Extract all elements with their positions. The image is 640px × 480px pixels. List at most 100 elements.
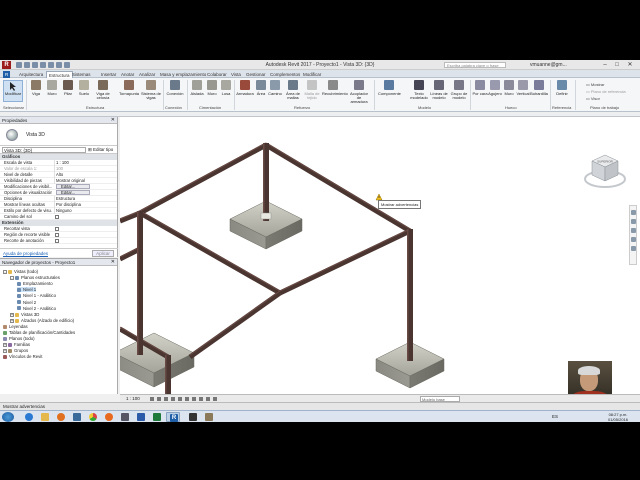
structural-model[interactable] — [120, 117, 640, 394]
apply-button[interactable]: Aplicar — [92, 250, 114, 257]
column-edge[interactable] — [263, 143, 265, 221]
fabric-sheet-button[interactable]: Malla de tejido — [303, 80, 321, 100]
taskbar-chrome[interactable] — [86, 412, 100, 422]
steering-wheel-icon[interactable] — [630, 210, 636, 215]
user-account[interactable]: vmuanne@gm... — [530, 62, 567, 68]
sun-path-icon[interactable] — [164, 397, 168, 401]
dormer-button[interactable]: Buhardilla — [530, 80, 548, 96]
property-edit-button[interactable]: Editar... — [56, 184, 90, 189]
steel-beam[interactable] — [188, 290, 282, 360]
tab-modificar[interactable]: Modificar — [303, 71, 321, 78]
browser-item[interactable]: Leyendas — [3, 324, 28, 329]
tab-vista[interactable]: Vista — [231, 71, 241, 78]
property-row[interactable]: Recorte de anotación — [0, 238, 117, 244]
browser-item[interactable]: Nivel 1 — [17, 287, 37, 293]
property-row[interactable]: Camino del sol — [0, 214, 117, 220]
beam-system-button[interactable]: Sistema de vigas — [141, 80, 161, 100]
browser-item[interactable]: Planos (todo) — [3, 336, 35, 341]
fabric-area-button[interactable]: Área de mallas — [284, 80, 302, 100]
expand-icon[interactable]: + — [10, 318, 14, 323]
by-face-button[interactable]: Por cara — [472, 80, 488, 96]
browser-item[interactable]: + Grupos — [3, 348, 28, 353]
browser-item[interactable]: Tablas de planificación/Cantidades — [3, 330, 75, 335]
clock[interactable]: 08:27 p.m. 01/05/2016 — [608, 412, 628, 422]
visual-style-icon[interactable] — [157, 397, 161, 401]
steel-beam[interactable] — [138, 142, 268, 216]
browser-item[interactable]: - Vistas (todo) — [3, 269, 38, 274]
browser-item[interactable]: - Planos estructurales — [10, 275, 60, 280]
collapse-icon[interactable]: - — [10, 275, 14, 280]
browser-item[interactable]: Nivel 2 - Análitico — [17, 306, 56, 311]
3d-view-icon[interactable] — [64, 62, 70, 68]
connection-button[interactable]: Conexión — [166, 80, 184, 96]
redo-icon[interactable] — [40, 62, 46, 68]
reference-plane-button[interactable]: ▭ Plano de referencia — [586, 89, 626, 94]
component-button[interactable]: Componente — [378, 80, 401, 96]
vertical-button[interactable]: Vertical — [515, 80, 531, 96]
property-checkbox[interactable] — [55, 233, 59, 237]
zoom-extents-icon[interactable] — [630, 246, 636, 251]
steel-beam[interactable] — [278, 228, 412, 296]
property-checkbox[interactable] — [55, 227, 59, 231]
tab-gestionar[interactable]: Gestionar — [246, 71, 266, 78]
revit-logo-button[interactable]: R — [2, 61, 11, 69]
coupler-button[interactable]: Acoplador de armadura — [348, 80, 370, 104]
save-icon[interactable] — [24, 62, 30, 68]
browser-item[interactable]: + Alzados (Alzado de edificio) — [10, 318, 74, 323]
maximize-button[interactable]: □ — [612, 61, 622, 69]
model-lines-button[interactable]: Líneas de modelo — [430, 80, 448, 100]
3d-viewport[interactable]: Mostrar advertencias SUPERIOR — [120, 117, 640, 394]
taskbar-mediaplayer[interactable] — [54, 412, 68, 422]
start-button[interactable] — [2, 412, 14, 422]
lock-view-icon[interactable] — [199, 397, 203, 401]
tab-analizar[interactable]: Analizar — [139, 71, 155, 78]
column-edge[interactable] — [137, 211, 139, 355]
expand-icon[interactable]: + — [3, 343, 7, 348]
close-icon[interactable]: ✕ — [111, 117, 115, 124]
isolated-foundation-button[interactable]: Aislada — [189, 80, 205, 96]
column-edge[interactable] — [165, 355, 167, 394]
path-button[interactable]: Camino — [267, 80, 283, 96]
browser-item[interactable]: Vínculos de Revit — [3, 354, 42, 359]
browser-item[interactable]: Nivel 2 — [17, 300, 36, 305]
expand-icon[interactable]: + — [10, 312, 14, 317]
modify-button[interactable]: Modificar — [3, 80, 23, 102]
wall-button[interactable]: Muro — [44, 80, 60, 96]
tab-colaborar[interactable]: Colaborar — [207, 71, 227, 78]
slab-button[interactable]: Losa — [218, 80, 234, 96]
orbit-icon[interactable] — [630, 237, 636, 242]
tab-complementos[interactable]: Complementos — [270, 71, 300, 78]
instance-filter-select[interactable]: Vista 3D: {3D} — [2, 147, 86, 153]
cover-button[interactable]: Recubrimiento — [322, 80, 348, 96]
browser-item[interactable]: + Vistas 3D — [10, 312, 39, 317]
reveal-hidden-icon[interactable] — [213, 397, 217, 401]
render-icon[interactable] — [178, 397, 182, 401]
minimize-button[interactable]: – — [600, 61, 610, 69]
taskbar-app3[interactable] — [186, 412, 200, 422]
rebar-button[interactable]: Armadura — [236, 80, 254, 96]
model-group-button[interactable]: Grupo de modelo — [450, 80, 468, 100]
browser-item[interactable]: Emplazamiento — [17, 281, 53, 286]
undo-icon[interactable] — [32, 62, 38, 68]
taskbar-explorer[interactable] — [38, 412, 52, 422]
column-edge[interactable] — [407, 229, 409, 361]
browser-item[interactable]: Nivel 1 - Análitico — [17, 293, 56, 298]
view-scale[interactable]: 1 : 100 — [126, 395, 140, 402]
measure-icon[interactable] — [56, 62, 62, 68]
model-text-button[interactable]: Texto modelado — [410, 80, 428, 100]
beam-flange[interactable] — [279, 228, 411, 292]
grid-button[interactable]: Definir — [553, 80, 571, 96]
taskbar-app2[interactable] — [118, 412, 132, 422]
close-button[interactable]: ✕ — [625, 61, 635, 69]
taskbar-app4[interactable] — [202, 412, 216, 422]
print-icon[interactable] — [48, 62, 54, 68]
tab-masa[interactable]: Masa y emplazamiento — [160, 71, 206, 78]
show-button[interactable]: ▭ Mostrar — [586, 82, 604, 87]
close-icon[interactable]: ✕ — [111, 259, 115, 266]
pan-icon[interactable] — [630, 228, 636, 233]
footing[interactable] — [120, 332, 195, 388]
taskbar-excel[interactable] — [150, 412, 164, 422]
taskbar-app[interactable] — [70, 412, 84, 422]
file-tab[interactable]: R — [3, 71, 11, 78]
hide-isolate-icon[interactable] — [206, 397, 210, 401]
